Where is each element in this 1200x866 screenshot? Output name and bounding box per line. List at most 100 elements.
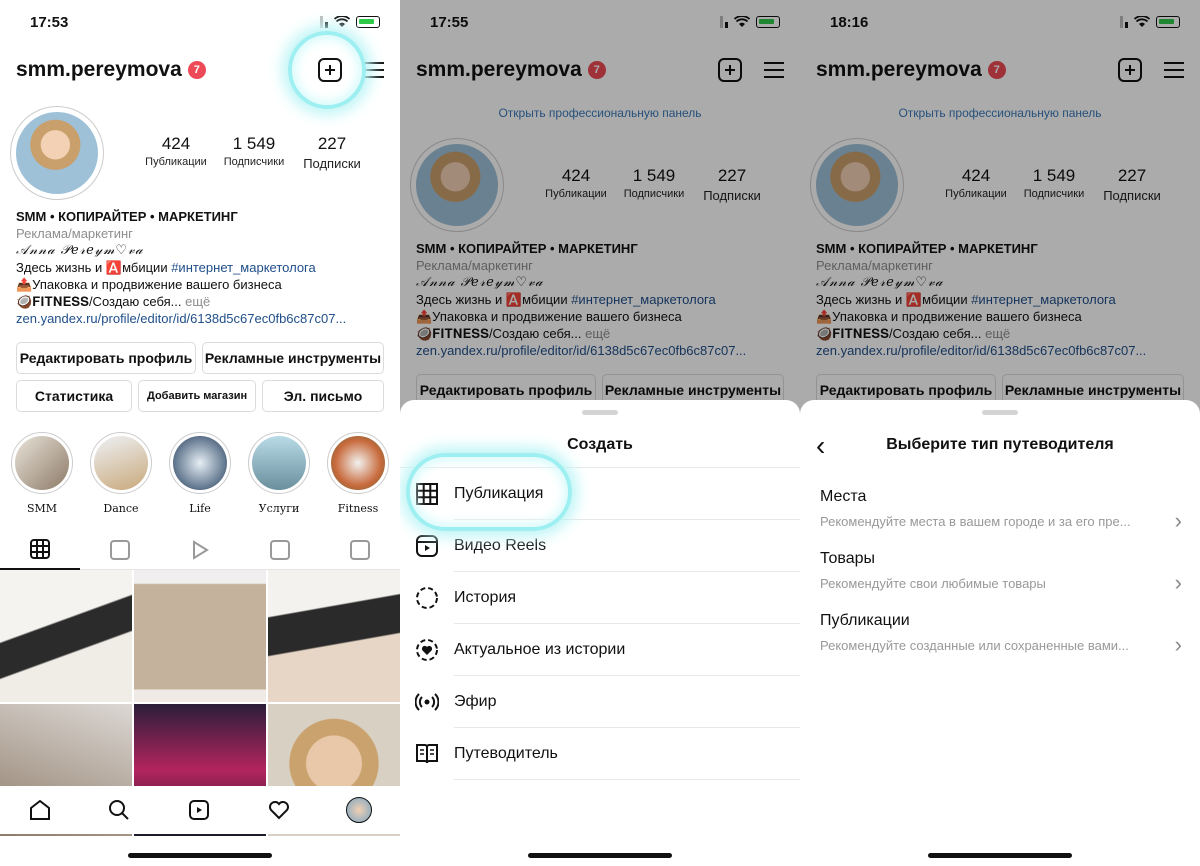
guide-book-icon [270, 539, 290, 560]
tab-grid[interactable] [0, 530, 80, 570]
notification-badge: 7 [187, 61, 206, 79]
guide-option-subtitle: Рекомендуйте созданные или сохраненные в… [820, 638, 1129, 653]
home-indicator [528, 853, 672, 858]
bio-line-1a: Здесь жизнь и [16, 260, 106, 275]
screen-profile: 17:53 smm.pereymova 7 424 Публикации 1 54… [0, 0, 400, 866]
stat-posts[interactable]: 424 Публикации [142, 134, 210, 171]
tab-reels[interactable] [80, 530, 160, 570]
status-time: 17:53 [30, 14, 69, 31]
post-thumbnail[interactable] [268, 570, 400, 702]
play-icon [193, 539, 209, 560]
bio-line-3: 🥥𝐅𝐈𝐓𝐍𝐄𝐒𝐒/Создаю себя... ещё [16, 293, 346, 310]
chevron-right-icon: › [1174, 632, 1182, 657]
profile-button-row-1: Редактировать профиль Рекламные инструме… [16, 342, 384, 374]
edit-profile-button[interactable]: Редактировать профиль [16, 342, 196, 374]
bio-hashtag[interactable]: #интернет_маркетолога [171, 260, 316, 275]
reels-icon [110, 539, 130, 560]
guide-option-subtitle: Рекомендуйте свои любимые товары [820, 576, 1046, 591]
add-shop-button[interactable]: Добавить магазин [138, 380, 257, 412]
bio-title: SMM • КОПИРАЙТЕР • МАРКЕТИНГ [16, 209, 238, 224]
highlight-services[interactable]: Услуги [247, 432, 311, 515]
status-icons [320, 16, 380, 28]
menu-item-label: Эфир [454, 676, 800, 728]
ad-tools-button[interactable]: Рекламные инструменты [202, 342, 384, 374]
bio-line-1b: 🅰️мбиции [105, 260, 172, 275]
profile-tabs [0, 530, 400, 570]
email-button[interactable]: Эл. письмо [262, 380, 384, 412]
profile-button-row-2: Статистика Добавить магазин Эл. письмо [16, 380, 384, 412]
stat-followers[interactable]: 1 549 Подписчики [220, 134, 288, 171]
stat-followers-label: Подписчики [223, 156, 285, 168]
battery-icon [356, 16, 380, 28]
guide-option-places[interactable]: Места Рекомендуйте места в вашем городе … [820, 488, 1182, 533]
signal-icon [320, 16, 328, 28]
reels-icon [416, 535, 438, 557]
home-indicator [128, 853, 272, 858]
highlight-glow-ring [288, 31, 366, 109]
story-highlights: SMM Dance Life Услуги Fitness [10, 432, 390, 515]
screen-guide-type: 18:16 smm.pereymova 7 Открыть профессион… [800, 0, 1200, 866]
search-icon[interactable] [107, 798, 131, 822]
home-indicator [928, 853, 1072, 858]
menu-item-label: Актуальное из истории [454, 624, 800, 676]
menu-item-label: История [454, 572, 800, 624]
highlight-label: SMM [26, 502, 58, 515]
bio-link[interactable]: zen.yandex.ru/profile/editor/id/6138d5c6… [16, 310, 346, 327]
sheet-drag-handle[interactable] [582, 410, 618, 415]
profile-stats: 424 Публикации 1 549 Подписчики 227 Подписк… [142, 134, 366, 171]
stat-following[interactable]: 227 Подписки [298, 134, 366, 171]
tab-guides[interactable] [240, 530, 320, 570]
post-thumbnail[interactable] [134, 570, 266, 702]
stat-following-count: 227 [317, 134, 347, 153]
tab-video[interactable] [160, 530, 240, 570]
menu-item-highlight[interactable]: Актуальное из истории [400, 624, 800, 676]
username[interactable]: smm.pereymova [16, 58, 182, 82]
guide-option-posts[interactable]: Публикации Рекомендуйте созданные или со… [820, 612, 1182, 657]
tab-tagged[interactable] [320, 530, 400, 570]
highlight-glow-oval [406, 453, 572, 531]
heart-icon[interactable] [267, 798, 291, 822]
guide-option-title: Публикации [820, 612, 910, 629]
guide-option-subtitle: Рекомендуйте места в вашем городе и за е… [820, 514, 1131, 529]
grid-icon [30, 539, 50, 559]
menu-item-label: Путеводитель [454, 728, 800, 780]
reels-nav-icon[interactable] [187, 798, 211, 822]
stat-posts-count: 424 [161, 134, 191, 153]
guide-type-sheet: ‹ Выберите тип путеводителя Места Рекоме… [800, 400, 1200, 866]
profile-avatar[interactable] [10, 106, 104, 200]
post-thumbnail[interactable] [0, 570, 132, 702]
bio-line-1: Здесь жизнь и 🅰️мбиции #интернет_маркето… [16, 259, 346, 276]
bio-name-script: 𝒜𝓃𝓃𝒶 𝒫𝑒𝓇𝑒𝓎𝓂♡𝓋𝒶 [16, 243, 144, 258]
profile-nav-avatar[interactable] [346, 797, 373, 823]
guide-option-products[interactable]: Товары Рекомендуйте свои любимые товары … [820, 550, 1182, 595]
highlight-fitness[interactable]: Fitness [326, 432, 390, 515]
stat-following-label: Подписки [303, 156, 361, 171]
highlight-label: Услуги [258, 502, 300, 515]
hamburger-menu-icon[interactable] [364, 62, 384, 78]
statistics-button[interactable]: Статистика [16, 380, 133, 412]
menu-item-story[interactable]: История [400, 572, 800, 624]
wifi-icon [334, 16, 350, 27]
bio-more-link[interactable]: ещё [182, 294, 210, 309]
bio-line-2: 📤Упаковка и продвижение вашего бизнеса [16, 277, 282, 292]
menu-item-guide[interactable]: Путеводитель [400, 728, 800, 780]
stat-posts-label: Публикации [145, 156, 207, 168]
menu-item-live[interactable]: Эфир [400, 676, 800, 728]
guide-book-icon [416, 744, 438, 764]
highlight-label: Fitness [337, 502, 379, 515]
home-icon[interactable] [28, 798, 52, 822]
bottom-nav [0, 786, 400, 834]
sheet-title: Выберите тип путеводителя [886, 436, 1114, 453]
screen-create-sheet: 17:55 smm.pereymova 7 Открыть профессион… [400, 0, 800, 866]
highlight-life[interactable]: Life [168, 432, 232, 515]
highlight-dance[interactable]: Dance [89, 432, 153, 515]
sheet-drag-handle[interactable] [982, 410, 1018, 415]
bio-line-3a: 🥥𝐅𝐈𝐓𝐍𝐄𝐒𝐒/Создаю себя... [16, 294, 182, 309]
guide-option-title: Товары [820, 550, 876, 567]
stat-followers-count: 1 549 [232, 134, 276, 153]
profile-bio: SMM • КОПИРАЙТЕР • МАРКЕТИНГ Реклама/мар… [16, 208, 346, 327]
chevron-right-icon: › [1174, 508, 1182, 533]
highlight-smm[interactable]: SMM [10, 432, 74, 515]
guide-option-title: Места [820, 488, 867, 505]
sheet-title: Создать [567, 436, 633, 453]
